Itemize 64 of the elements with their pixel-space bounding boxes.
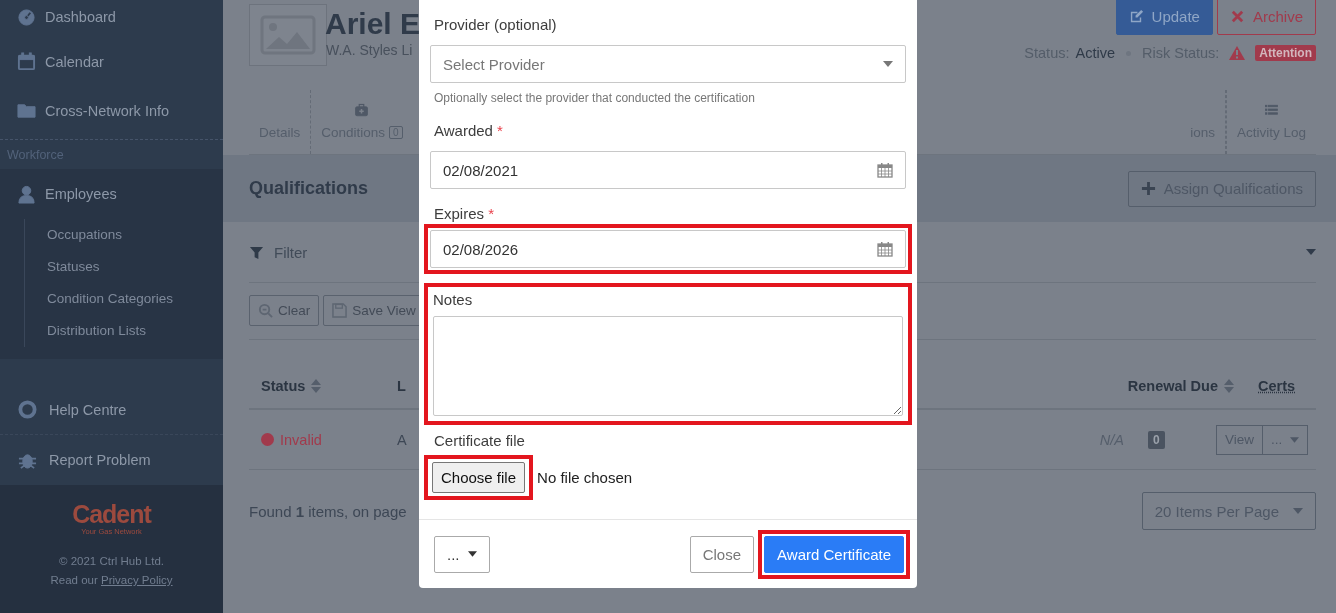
- field-label: Certificate file: [434, 431, 526, 451]
- privacy-link[interactable]: Privacy Policy: [100, 574, 173, 586]
- status-value: Active: [1075, 45, 1115, 61]
- calendar-icon: [17, 52, 36, 71]
- medical-kit-icon: [354, 102, 370, 118]
- field-label: Expires *: [434, 204, 496, 224]
- caret-icon: [1290, 436, 1300, 443]
- count-badge: 0: [1148, 430, 1165, 449]
- sidebar-item[interactable]: Help Centre: [0, 385, 223, 435]
- user-icon: [17, 184, 36, 204]
- file-status-text: No file chosen: [537, 469, 633, 486]
- column-header[interactable]: Certs: [1246, 378, 1316, 394]
- sidebar-item[interactable]: Calendar: [0, 37, 223, 86]
- sidebar-item[interactable]: Statuses: [25, 251, 223, 283]
- lifebuoy-icon: [18, 400, 37, 419]
- logo: Cadent: [71, 501, 153, 527]
- section-title: Qualifications: [249, 178, 369, 199]
- more-dropdown-button[interactable]: ...: [1263, 424, 1309, 455]
- sidebar-item[interactable]: Dashboard: [0, 0, 223, 37]
- folder-icon: [17, 101, 36, 120]
- column-header[interactable]: Status: [249, 378, 397, 394]
- table-cell: A: [397, 431, 407, 448]
- copyright-text: © 2021 Ctrl Hub Ltd.: [58, 554, 165, 569]
- caret-icon: [467, 551, 477, 557]
- list-icon: [1264, 102, 1279, 118]
- plus-icon: [1140, 181, 1156, 196]
- sidebar-item[interactable]: Condition Categories: [25, 283, 223, 315]
- calendar-icon: [877, 162, 893, 178]
- caret-icon: [883, 61, 893, 67]
- field-label: Awarded *: [434, 121, 504, 141]
- provider-select[interactable]: Select Provider: [430, 45, 906, 83]
- calendar-icon: [877, 241, 893, 257]
- close-button[interactable]: Close: [689, 535, 755, 573]
- help-text: Optionally select the provider that conducted the certification: [434, 91, 756, 105]
- clear-button[interactable]: Clear: [249, 295, 320, 326]
- notes-field[interactable]: [433, 316, 903, 416]
- close-icon: [1229, 9, 1245, 24]
- field-label: Provider (optional): [434, 15, 558, 35]
- filter-icon: [249, 244, 264, 260]
- caret-icon: [1306, 249, 1316, 255]
- award-certificate-button[interactable]: Award Certificate: [764, 535, 904, 573]
- gauge-icon: [17, 7, 36, 27]
- date-field[interactable]: 02/08/2021: [430, 151, 906, 189]
- employee-name: Ariel E: [325, 6, 418, 42]
- date-field[interactable]: 02/08/2026: [430, 230, 906, 268]
- results-summary: Found 1 items, on page: [249, 502, 407, 520]
- warning-icon: [1229, 46, 1246, 60]
- status-text: Invalid: [280, 431, 322, 448]
- update-button[interactable]: Update: [1115, 0, 1213, 35]
- more-dropdown-button[interactable]: ...: [434, 535, 490, 573]
- field-label: Notes: [433, 290, 474, 310]
- filter-label: Filter: [274, 243, 308, 261]
- attention-badge: Attention: [1255, 45, 1316, 61]
- sidebar-item[interactable]: Employees: [0, 169, 223, 219]
- sidebar-item[interactable]: Distribution Lists: [25, 315, 223, 347]
- search-icon: [258, 303, 273, 318]
- choose-file-button[interactable]: Choose file: [432, 462, 526, 493]
- privacy-text: Read our Privacy Policy: [49, 573, 174, 588]
- column-header[interactable]: Renewal Due: [1106, 378, 1246, 394]
- sidebar-item[interactable]: Report Problem: [0, 435, 223, 485]
- edit-icon: [1128, 9, 1144, 24]
- sidebar-item[interactable]: Occupations: [25, 219, 223, 251]
- caret-icon: [1293, 508, 1303, 514]
- sidebar-item[interactable]: Cross-Network Info: [0, 86, 223, 135]
